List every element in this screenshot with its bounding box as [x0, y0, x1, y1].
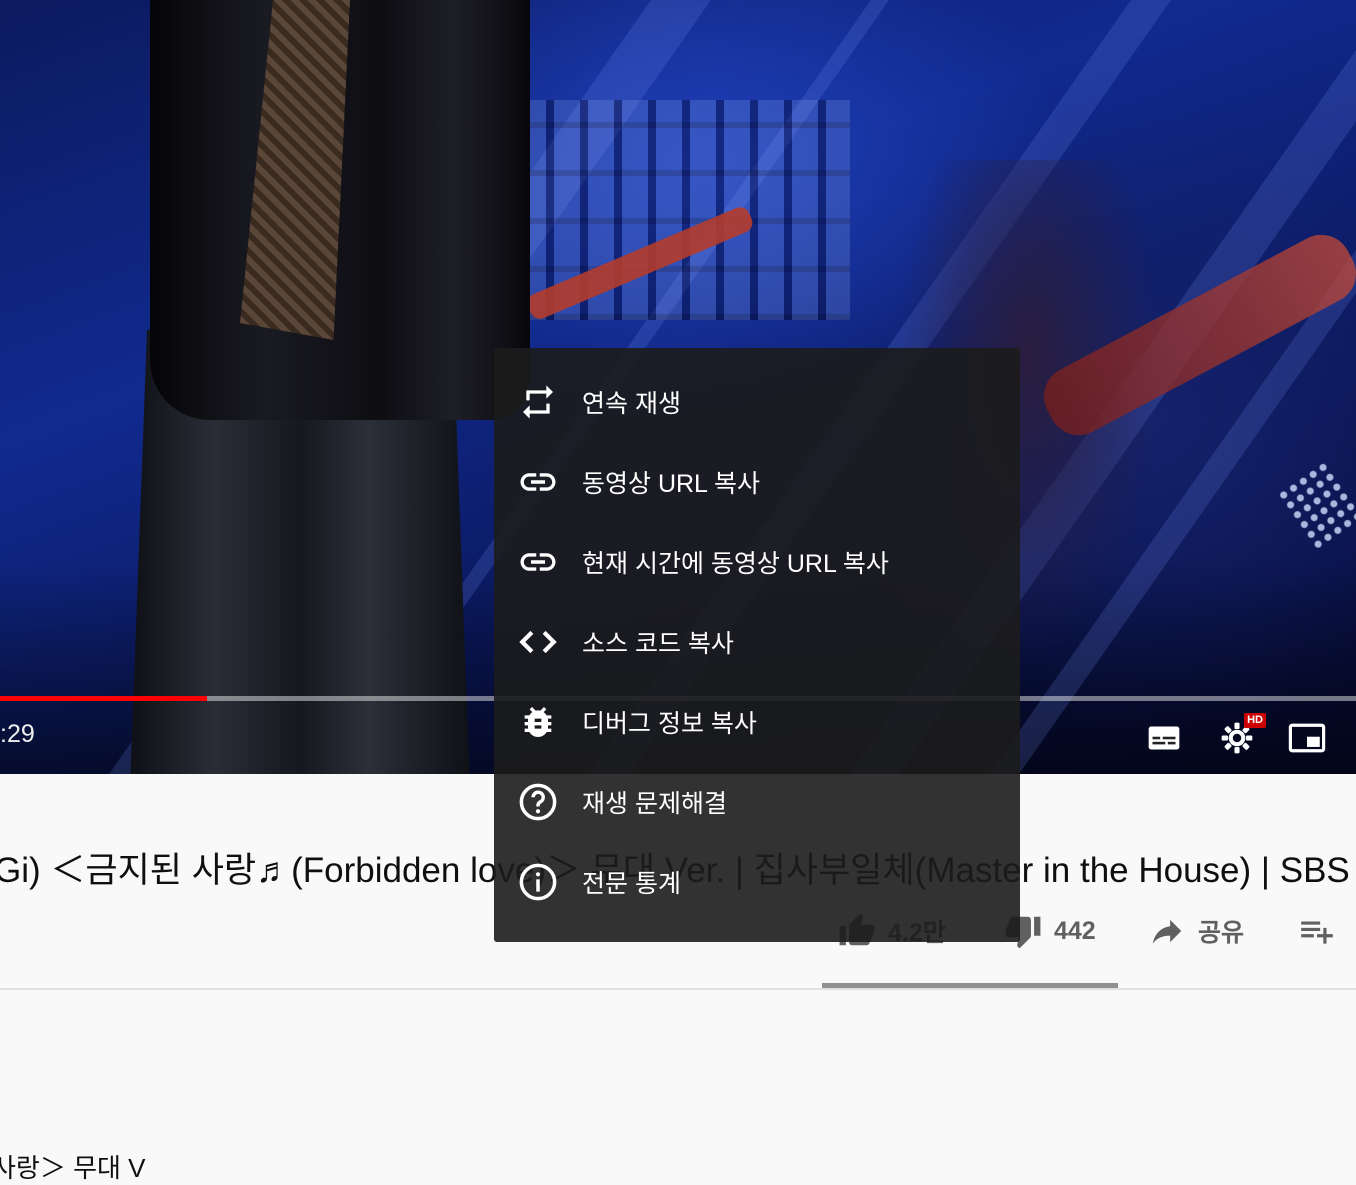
miniplayer-icon [1288, 723, 1326, 753]
share-button[interactable]: 공유 [1148, 912, 1244, 950]
menu-item-copy-embed-code[interactable]: 소스 코드 복사 [494, 602, 1020, 682]
dislike-count: 442 [1054, 916, 1096, 945]
loop-icon [516, 380, 560, 424]
player-context-menu: 연속 재생 동영상 URL 복사 현재 시간에 동영상 URL 복사 소스 코드… [494, 348, 1020, 942]
info-icon [516, 860, 560, 904]
time-display: :29 [0, 720, 35, 748]
menu-item-copy-debug-info[interactable]: 디버그 정보 복사 [494, 682, 1020, 762]
menu-item-label: 소스 코드 복사 [582, 630, 734, 658]
bug-icon [516, 700, 560, 744]
link-icon [516, 540, 560, 584]
menu-item-label: 현재 시간에 동영상 URL 복사 [582, 550, 889, 578]
code-icon [516, 620, 560, 664]
playlist-add-icon [1301, 921, 1333, 944]
subtitles-button[interactable] [1141, 715, 1187, 761]
menu-item-troubleshoot[interactable]: 재생 문제해결 [494, 762, 1020, 842]
menu-item-copy-url[interactable]: 동영상 URL 복사 [494, 442, 1020, 522]
miniplayer-button[interactable] [1284, 715, 1330, 761]
progress-played [0, 696, 208, 701]
save-to-playlist-button[interactable] [1298, 912, 1336, 950]
menu-item-copy-url-at-time[interactable]: 현재 시간에 동영상 URL 복사 [494, 522, 1020, 602]
menu-item-loop[interactable]: 연속 재생 [494, 362, 1020, 442]
share-label: 공유 [1198, 919, 1245, 947]
share-icon [1152, 919, 1182, 944]
link-icon [516, 460, 560, 504]
settings-button[interactable]: HD [1214, 713, 1266, 761]
menu-item-label: 동영상 URL 복사 [582, 470, 760, 498]
description-snippet: 사랑＞ 무대 V [0, 1153, 146, 1183]
hd-badge: HD [1244, 713, 1266, 728]
help-icon [516, 780, 560, 824]
menu-item-label: 디버그 정보 복사 [582, 710, 757, 738]
menu-item-label: 전문 통계 [582, 870, 681, 898]
menu-item-label: 연속 재생 [582, 390, 681, 418]
subtitles-icon [1148, 726, 1180, 750]
menu-item-label: 재생 문제해결 [582, 790, 727, 818]
menu-item-stats-for-nerds[interactable]: 전문 통계 [494, 842, 1020, 922]
divider [0, 988, 1356, 990]
